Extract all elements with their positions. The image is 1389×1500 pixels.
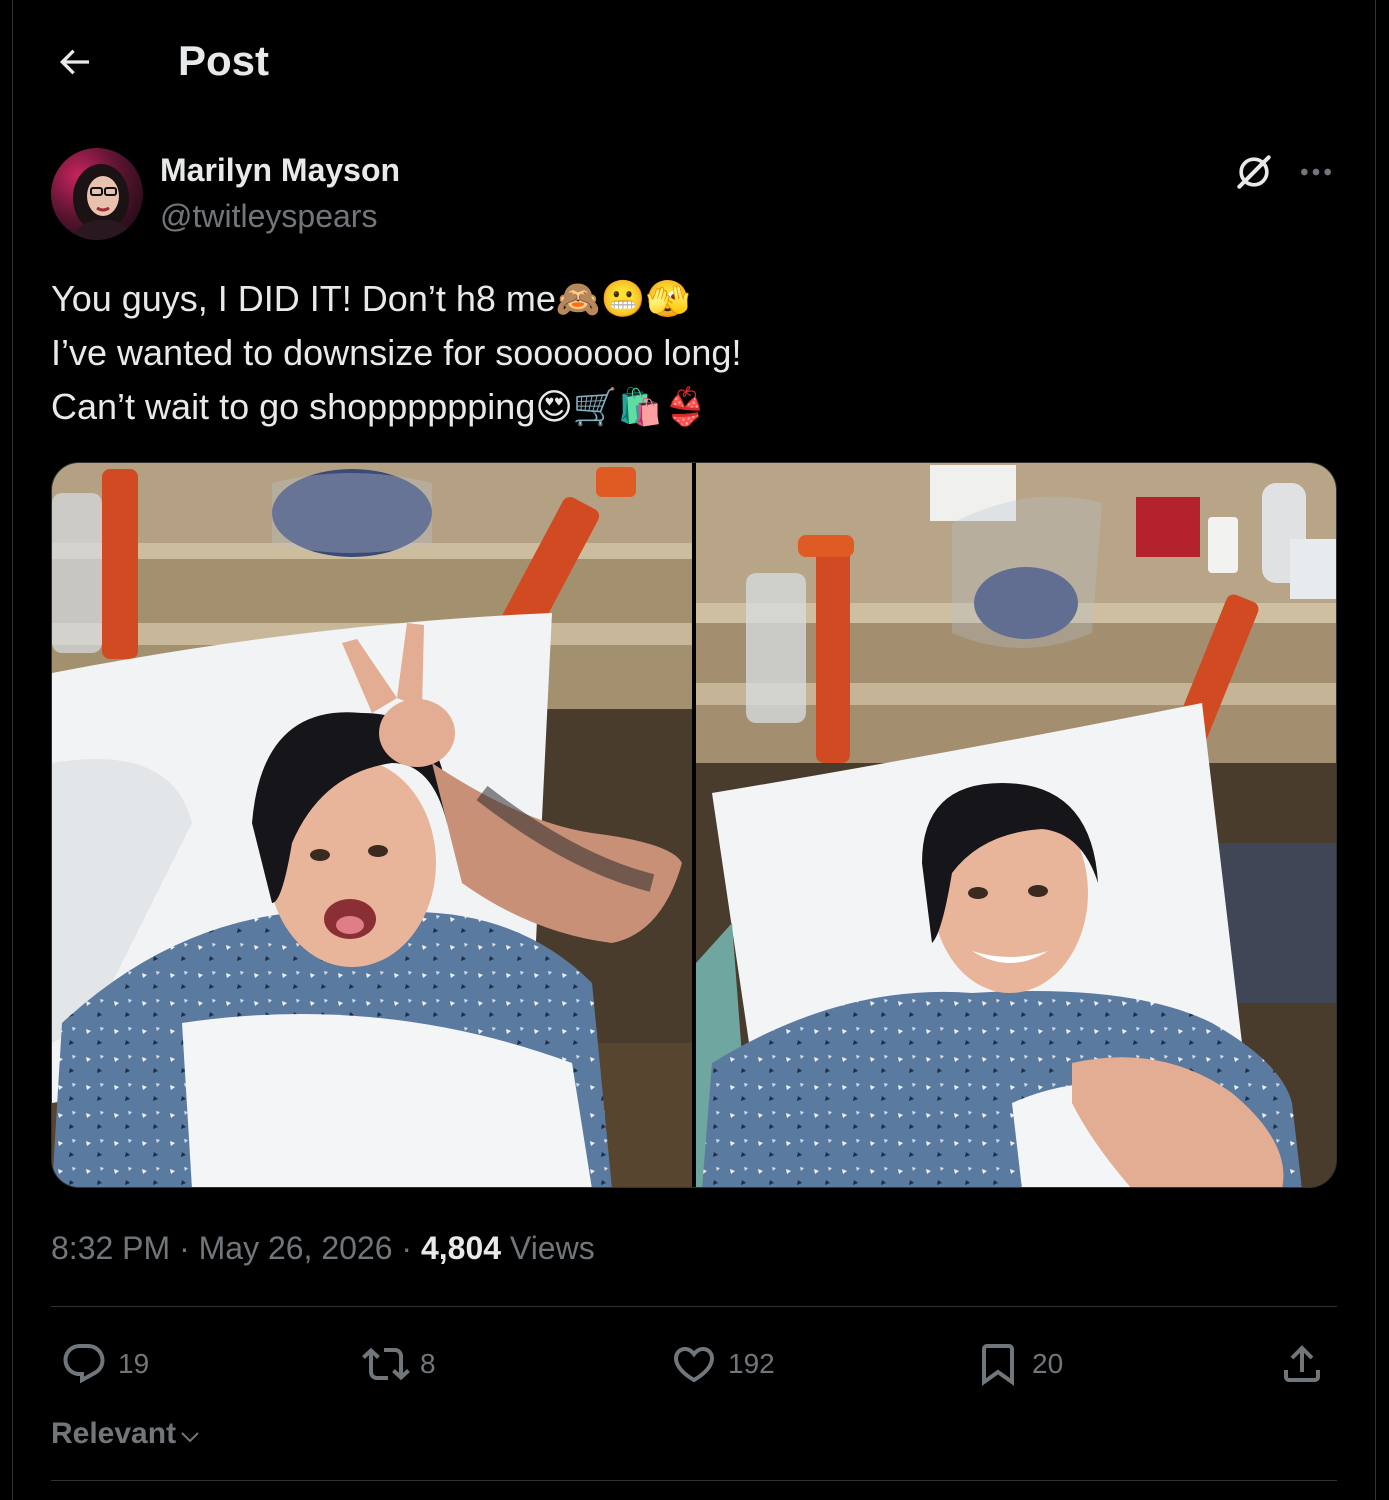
meta-separator: · [401, 1230, 413, 1266]
back-button[interactable] [48, 36, 100, 88]
avatar[interactable] [51, 148, 143, 240]
grok-icon[interactable] [1232, 150, 1276, 194]
post-media[interactable] [51, 462, 1337, 1188]
post-meta: 8:32 PM · May 26, 2026 · 4,804 Views [51, 1226, 595, 1270]
chevron-down-icon [181, 1432, 199, 1443]
share-icon [1284, 1345, 1320, 1382]
post-time[interactable]: 8:32 PM [51, 1230, 170, 1266]
post-date[interactable]: May 26, 2026 [199, 1230, 393, 1266]
views-count: 4,804 [420, 1230, 502, 1266]
reply-icon [63, 1344, 105, 1384]
views-label: Views [509, 1230, 595, 1266]
bookmark-button[interactable]: 20 [974, 1336, 1063, 1392]
arrow-left-icon [59, 49, 89, 75]
repost-button[interactable]: 8 [362, 1336, 436, 1392]
bookmark-count: 20 [1032, 1348, 1064, 1379]
page-title: Post [178, 37, 270, 84]
post-text: You guys, I DID IT! Don’t h8 me🙈😬🫣 I’ve … [51, 272, 1251, 434]
more-options-icon[interactable] [1296, 152, 1336, 192]
meta-separator: · [179, 1230, 190, 1266]
reply-button[interactable]: 19 [60, 1336, 149, 1392]
reply-count: 19 [118, 1348, 150, 1379]
bookmark-icon [982, 1344, 1014, 1386]
share-button[interactable] [1278, 1336, 1326, 1392]
repost-icon [362, 1347, 410, 1381]
photo-right[interactable] [696, 463, 1337, 1188]
like-count: 192 [728, 1348, 775, 1379]
repost-count: 8 [420, 1348, 436, 1379]
post-text-line: Can’t wait to go shopppppping😍🛒🛍️👙 [51, 386, 708, 427]
sort-label: Relevant [51, 1417, 177, 1450]
author-handle[interactable]: @twitleyspears [160, 196, 377, 236]
post-text-line: I’ve wanted to downsize for sooooooo lon… [51, 332, 742, 373]
heart-icon [673, 1347, 715, 1383]
divider [51, 1480, 1337, 1481]
divider [51, 1306, 1337, 1307]
page-header: Post [0, 0, 1389, 120]
sort-dropdown[interactable]: Relevant [51, 1412, 202, 1456]
post-text-line: You guys, I DID IT! Don’t h8 me🙈😬🫣 [51, 278, 691, 319]
photo-left[interactable] [52, 463, 692, 1188]
author-name[interactable]: Marilyn Mayson [160, 150, 400, 190]
like-button[interactable]: 192 [670, 1336, 775, 1392]
